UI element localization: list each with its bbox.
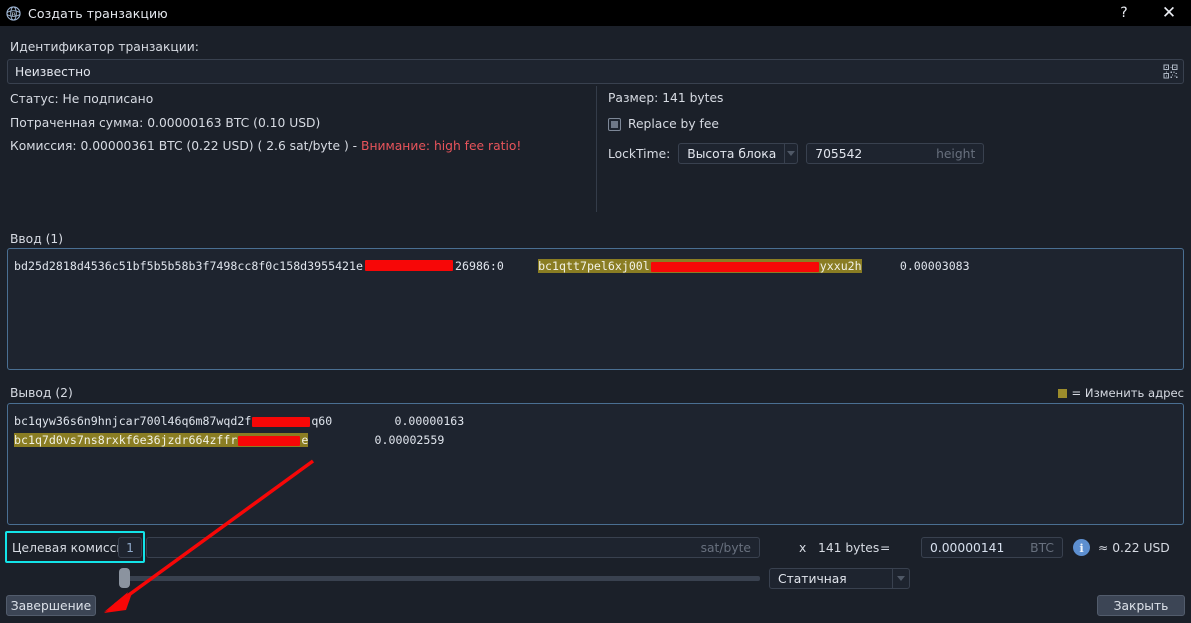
table-row[interactable]: bc1q7d0vs7ns8rxkf6e36jzdr664zffr e 0.0000… <box>8 429 1183 448</box>
equals-symbol: = <box>880 541 891 555</box>
input-address: bc1qtt7pel6xj00l yxxu2h <box>538 259 862 273</box>
change-address-legend: = Изменить адрес <box>1057 386 1185 400</box>
input-amount: 0.00003083 <box>899 259 970 273</box>
table-row[interactable]: bd25d2818d4536c51bf5b5b58b3f7498cc8f0c15… <box>8 249 1183 274</box>
output-address-prefix: bc1q7d0vs7ns8rxkf6e36jzdr664zffr <box>14 433 238 447</box>
finish-button[interactable]: Завершение <box>6 595 96 616</box>
svg-text:B: B <box>11 11 16 18</box>
fee-mode-select[interactable]: Статичная <box>769 568 910 589</box>
fee-line: Комиссия: 0.00000361 BTC (0.22 USD) ( 2.… <box>10 139 521 153</box>
help-button[interactable]: ? <box>1101 0 1147 26</box>
outputs-list[interactable]: bc1qyw36s6n9hnjcar700l46q6m87wqd2f q60 0.… <box>7 403 1184 525</box>
redaction-bar <box>650 261 819 272</box>
change-address-legend-label: = Изменить адрес <box>1071 386 1185 400</box>
output-amount: 0.00002559 <box>374 433 445 447</box>
table-row[interactable]: bc1qyw36s6n9hnjcar700l46q6m87wqd2f q60 0.… <box>8 404 1183 429</box>
window-title: Создать транзакцию <box>28 5 168 21</box>
transaction-size-label: Размер: 141 bytes <box>608 91 724 105</box>
input-address-prefix: bc1qtt7pel6xj00l <box>538 259 650 273</box>
status-line: Статус: Не подписано <box>10 92 154 106</box>
inputs-list[interactable]: bd25d2818d4536c51bf5b5b58b3f7498cc8f0c15… <box>7 248 1184 370</box>
locktime-height-value: 705542 <box>815 146 863 161</box>
create-transaction-dialog: B Создать транзакцию ? ✕ Идентификатор т… <box>0 0 1191 623</box>
input-txid-suffix: 26986:0 <box>455 259 504 273</box>
locktime-mode-value: Высота блока <box>687 146 777 161</box>
fee-line-text: Комиссия: 0.00000361 BTC (0.22 USD) ( 2.… <box>10 139 362 153</box>
fee-slider-track[interactable] <box>122 576 760 581</box>
target-fee-stepper[interactable]: 1 <box>118 537 142 558</box>
output-amount: 0.00000163 <box>394 414 465 428</box>
multiply-symbol: x <box>799 541 807 555</box>
close-button[interactable]: Закрыть <box>1097 595 1185 616</box>
replace-by-fee-checkbox[interactable] <box>608 117 621 131</box>
qr-code-icon[interactable] <box>1157 59 1183 84</box>
locktime-height-placeholder: height <box>936 146 976 161</box>
locktime-row: LockTime: Высота блока 705542 height <box>608 143 985 164</box>
fee-rate-input[interactable]: sat/byte <box>146 537 760 558</box>
transaction-size-text: 141 bytes <box>818 541 880 555</box>
transaction-id-field[interactable]: Неизвестно <box>7 59 1184 84</box>
close-icon[interactable]: ✕ <box>1147 0 1191 26</box>
locktime-height-input[interactable]: 705542 height <box>806 143 985 164</box>
btc-unit-label: BTC <box>1030 540 1054 555</box>
fee-rate-placeholder: sat/byte <box>700 540 751 555</box>
fee-mode-value: Статичная <box>778 571 847 586</box>
output-address: bc1q7d0vs7ns8rxkf6e36jzdr664zffr e <box>14 433 309 447</box>
redaction-bar <box>238 435 301 446</box>
replace-by-fee-label: Replace by fee <box>628 117 720 131</box>
inputs-section-label: Ввод (1) <box>10 232 64 246</box>
usd-equivalent-label: ≈ 0.22 USD <box>1098 541 1170 555</box>
change-address-swatch <box>1057 388 1067 398</box>
panel-divider <box>596 86 597 212</box>
total-fee-btc-value: 0.00000141 <box>930 540 1005 555</box>
chevron-down-icon[interactable] <box>784 144 797 163</box>
total-fee-btc-input[interactable]: 0.00000141 BTC <box>921 537 1063 558</box>
output-address-suffix: q60 <box>311 414 333 428</box>
transaction-id-value: Неизвестно <box>15 64 91 79</box>
transaction-id-label: Идентификатор транзакции: <box>10 40 199 54</box>
locktime-label: LockTime: <box>608 146 671 161</box>
output-address-suffix: e <box>301 433 309 447</box>
bitcoin-logo-icon: B <box>0 0 26 26</box>
outputs-section-label: Вывод (2) <box>10 386 73 400</box>
replace-by-fee-row[interactable]: Replace by fee <box>608 117 719 131</box>
input-txid-prefix: bd25d2818d4536c51bf5b5b58b3f7498cc8f0c15… <box>14 259 364 273</box>
info-icon[interactable]: i <box>1073 539 1090 556</box>
input-address-suffix: yxxu2h <box>819 259 862 273</box>
redaction-bar <box>365 260 454 271</box>
title-bar: B Создать транзакцию ? ✕ <box>0 0 1191 26</box>
output-address: bc1qyw36s6n9hnjcar700l46q6m87wqd2f q60 <box>14 414 332 428</box>
fee-warning-text: Внимание: high fee ratio! <box>361 139 522 153</box>
locktime-mode-select[interactable]: Высота блока <box>678 143 799 164</box>
output-address-prefix: bc1qyw36s6n9hnjcar700l46q6m87wqd2f <box>14 414 252 428</box>
fee-slider-handle[interactable] <box>119 568 130 588</box>
spent-amount-line: Потраченная сумма: 0.00000163 BTC (0.10 … <box>10 116 321 130</box>
redaction-bar <box>252 416 311 427</box>
chevron-down-icon[interactable] <box>892 569 909 588</box>
